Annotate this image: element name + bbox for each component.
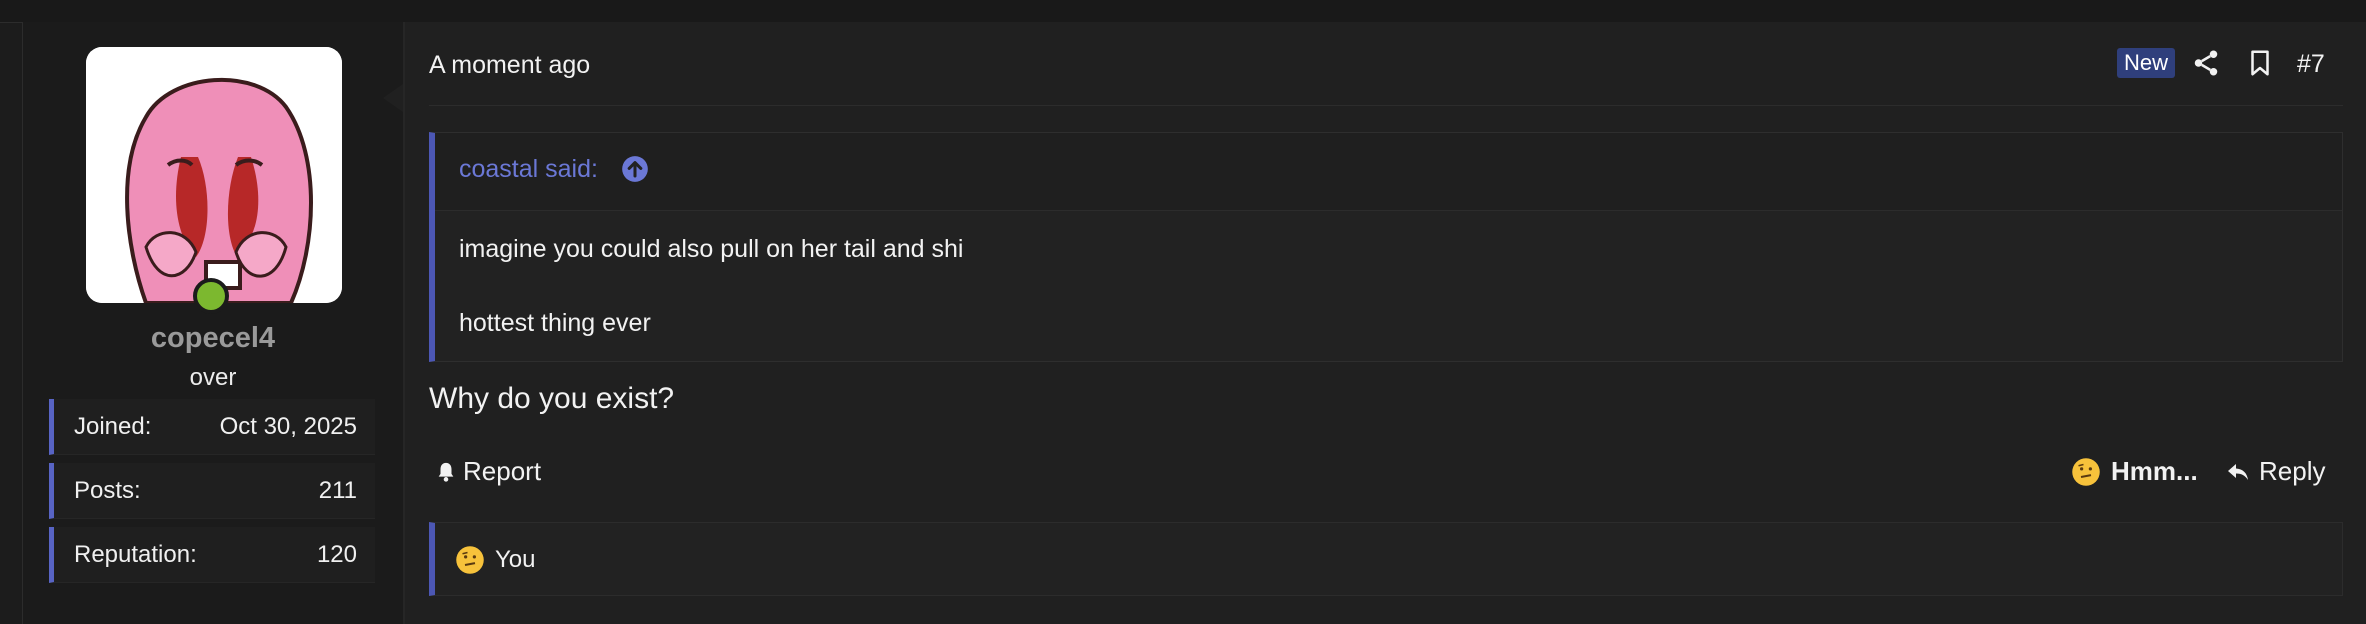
thinking-face-icon [2072, 457, 2100, 486]
thinking-face-icon [456, 546, 484, 574]
user-stat-joined: Joined: Oct 30, 2025 [49, 399, 375, 455]
report-label: Report [463, 456, 542, 486]
post-number[interactable]: #7 [2297, 50, 2325, 79]
share-icon[interactable] [2191, 48, 2221, 78]
quote-block: coastal said: imagine you could also pul… [429, 132, 2343, 362]
stat-value: 211 [318, 476, 357, 504]
post-header: A moment ago New #7 [429, 22, 2343, 106]
reply-label: Reply [2259, 456, 2326, 486]
reply-button[interactable]: Reply [2225, 456, 2325, 487]
username[interactable]: copecel4 [23, 322, 403, 355]
stat-value: Oct 30, 2025 [219, 412, 357, 440]
user-stat-posts: Posts: 211 [49, 463, 375, 519]
top-strip [0, 0, 2366, 23]
avatar-image [86, 47, 342, 303]
post-time[interactable]: A moment ago [429, 51, 590, 80]
quote-text-line: imagine you could also pull on her tail … [459, 235, 964, 263]
post-arrow [383, 84, 403, 112]
post-main: A moment ago New #7 coastal said: imagin… [407, 22, 2366, 624]
post-container: copecel4 over Joined: Oct 30, 2025 Posts… [22, 22, 2366, 624]
arrow-up-circle-icon[interactable] [621, 155, 649, 183]
stat-label: Reputation: [74, 540, 197, 568]
user-title: over [189, 364, 237, 391]
bell-icon [438, 462, 454, 482]
bookmark-icon[interactable] [2245, 48, 2275, 78]
stat-value: 120 [316, 540, 357, 568]
user-stat-reputation: Reputation: 120 [49, 527, 375, 583]
post-actions: Report Hmm... Reply [429, 450, 2343, 494]
report-button[interactable]: Report [435, 456, 541, 487]
post-message: Why do you exist? [429, 382, 675, 415]
avatar[interactable] [86, 47, 342, 303]
reactions-user[interactable]: You [495, 546, 536, 574]
quote-author-link[interactable]: coastal said: [459, 155, 598, 184]
stat-label: Joined: [74, 412, 152, 440]
online-status-indicator [193, 278, 229, 314]
quote-text-line: hottest thing ever [459, 309, 651, 337]
reactions-summary: You [455, 545, 536, 575]
user-panel: copecel4 over Joined: Oct 30, 2025 Posts… [23, 22, 405, 624]
reaction-button[interactable]: Hmm... [2071, 456, 2198, 487]
reply-icon [2228, 463, 2248, 480]
reaction-label: Hmm... [2111, 456, 2198, 486]
quote-header: coastal said: [435, 133, 2342, 211]
stat-label: Posts: [74, 476, 141, 504]
reactions-bar[interactable]: You [429, 522, 2343, 596]
new-badge: New [2117, 48, 2176, 78]
